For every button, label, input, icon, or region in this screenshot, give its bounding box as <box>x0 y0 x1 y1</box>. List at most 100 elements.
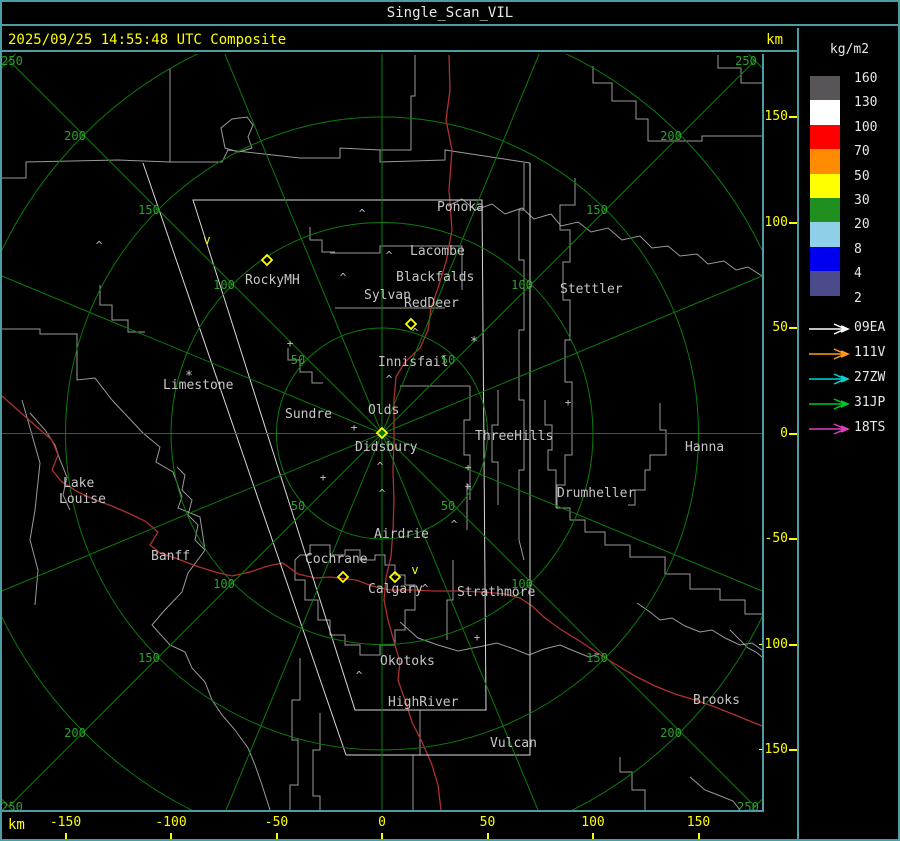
town-caret-icon: ^ <box>451 518 458 531</box>
city-label: Stettler <box>560 282 623 297</box>
radar-id-label: 27ZW <box>854 370 886 385</box>
town-caret-icon: ^ <box>412 326 419 339</box>
town-caret-icon: ^ <box>340 271 347 284</box>
horizontal-axis-tick <box>64 833 67 840</box>
vertical-axis-tick <box>789 432 797 435</box>
scale-value-label: 70 <box>854 144 870 160</box>
city-label: Airdrie <box>374 527 429 542</box>
scan-timestamp: 2025/09/25 14:55:48 UTC Composite <box>8 32 287 48</box>
city-label: Lake <box>63 476 94 491</box>
ring-distance-label: 250 <box>2 54 23 68</box>
scale-color-swatch <box>810 76 840 101</box>
scale-color-swatch <box>810 100 840 125</box>
horizontal-axis-tick <box>275 833 278 840</box>
town-caret-icon: ^ <box>386 249 393 262</box>
storm-vector-icon: v <box>411 563 418 577</box>
range-rings <box>2 54 762 810</box>
ring-distance-label: 50 <box>291 353 305 367</box>
scale-value-label: 160 <box>854 71 878 86</box>
ring-distance-label: 100 <box>511 278 533 292</box>
vertical-axis-tick-label: -150 <box>756 742 788 757</box>
ring-distance-label: 250 <box>735 54 757 68</box>
town-cross-icon: + <box>474 631 481 644</box>
scale-value-label: 20 <box>854 217 870 233</box>
ring-distance-label: 50 <box>441 353 455 367</box>
city-label: Innisfail <box>378 355 448 370</box>
city-label: Louise <box>59 492 106 507</box>
radar-arrow-icon <box>807 371 851 390</box>
scale-color-swatch <box>810 246 840 272</box>
town-caret-icon: ^ <box>356 669 363 682</box>
scale-value-label: 2 <box>854 290 862 306</box>
city-label: Didsbury <box>355 440 418 455</box>
horizontal-axis-tick-label: -100 <box>155 815 187 830</box>
vertical-axis-tick <box>789 327 797 329</box>
window-title: Single_Scan_VIL <box>386 5 514 21</box>
horizontal-axis-tick <box>170 833 172 840</box>
ring-distance-label: 100 <box>511 577 533 591</box>
vertical-axis: 150 100 50 0 -50 -100 -150 <box>757 54 797 812</box>
radial-line <box>225 433 383 810</box>
city-label: Olds <box>368 403 399 418</box>
scale-color-swatch <box>810 124 840 150</box>
vertical-axis-tick <box>789 538 797 540</box>
town-asterisk-icon: * <box>470 335 478 350</box>
vertical-axis-tick-label: 50 <box>772 320 788 335</box>
ring-distance-label: 100 <box>213 577 235 591</box>
horizontal-axis-tick <box>592 833 594 840</box>
ring-distance-label: 200 <box>64 129 86 143</box>
radial-line <box>2 275 383 434</box>
ring-distance-label: 50 <box>441 499 455 513</box>
radar-id-label: 18TS <box>854 420 886 435</box>
radar-arrow-icon <box>807 396 851 415</box>
scale-color-swatch <box>810 271 840 296</box>
city-label: Drumheller <box>557 486 635 501</box>
scale-value-label: 8 <box>854 241 862 257</box>
radar-id-label: 111V <box>854 345 886 360</box>
vertical-axis-tick-label: 100 <box>764 214 788 230</box>
city-label: Hanna <box>685 440 724 455</box>
legend-units-label: kg/m2 <box>829 42 870 57</box>
radar-map-canvas: vv^^^^^^^^^^^+++++++ ** PonokaLacombeBlac… <box>2 54 762 810</box>
vertical-axis-tick-label: 150 <box>764 109 788 124</box>
city-label: RockyMH <box>245 273 300 288</box>
horizontal-axis-tick-label: 150 <box>686 815 711 830</box>
city-label: Blackfalds <box>396 270 474 285</box>
town-caret-icon: ^ <box>96 239 103 252</box>
town-caret-icon: ^ <box>386 373 393 386</box>
scale-value-label: 30 <box>854 193 870 208</box>
city-label: Banff <box>151 549 190 564</box>
city-label: Okotoks <box>380 654 435 669</box>
town-cross-icon: + <box>465 461 472 474</box>
ring-distance-label: 150 <box>586 651 608 665</box>
radar-site-diamond-icon <box>336 570 350 584</box>
vertical-axis-unit: km <box>766 32 783 48</box>
town-cross-icon: + <box>287 337 294 350</box>
city-label: Calgary <box>368 582 423 597</box>
ring-distance-label: 150 <box>138 651 160 665</box>
town-cross-icon: + <box>465 480 472 493</box>
city-label: Vulcan <box>490 736 537 751</box>
scale-color-swatch <box>810 149 840 174</box>
city-label: Lacombe <box>410 244 465 259</box>
vertical-axis-tick <box>789 643 797 646</box>
storm-vector-icon: v <box>203 233 210 247</box>
town-cross-icon: + <box>351 421 358 434</box>
city-label: Ponoka <box>437 200 484 215</box>
town-caret-icon: ^ <box>359 207 366 220</box>
ring-distance-label: 200 <box>660 129 682 143</box>
city-label: Brooks <box>693 693 740 708</box>
scale-color-swatch <box>810 198 840 223</box>
ring-distance-label: 200 <box>64 726 86 740</box>
radar-arrow-icon <box>807 421 851 440</box>
ring-distance-label: 150 <box>586 203 608 217</box>
vertical-axis-tick <box>789 749 797 751</box>
radar-arrow-icon <box>807 346 851 365</box>
horizontal-axis: km -150 -100 -50 0 50 100 150 <box>0 812 797 841</box>
radar-map[interactable]: v v ^ ^ ^ ^ ^ ^ ^ ^ ^ ^ ^ + + + + + + + * * Ponoka Lacombe Blac… <box>2 54 762 812</box>
city-label: Sundre <box>285 407 332 422</box>
title-bar: Single_Scan_VIL <box>0 0 900 26</box>
city-label: ThreeHills <box>475 429 553 444</box>
ring-distance-label: 200 <box>660 726 682 740</box>
horizontal-axis-tick-label: 100 <box>581 815 605 830</box>
